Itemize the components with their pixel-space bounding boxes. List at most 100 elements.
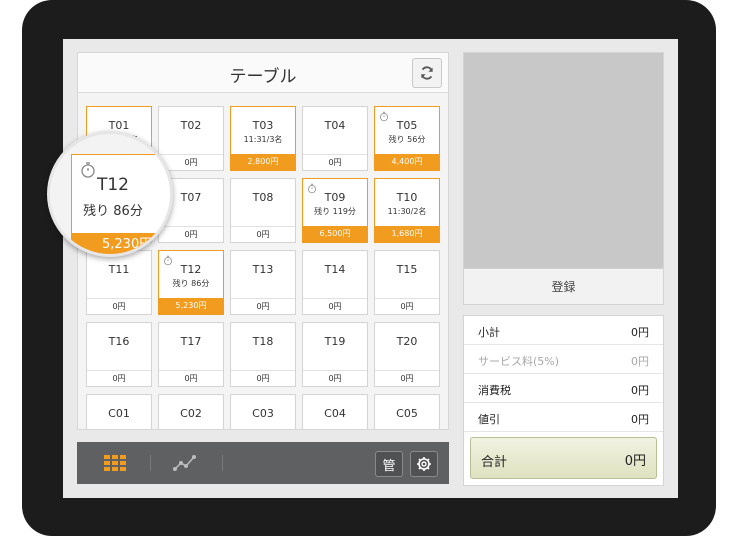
table-amount: 0円 bbox=[231, 298, 295, 314]
table-name: T13 bbox=[252, 263, 274, 276]
table-name: C02 bbox=[180, 407, 202, 420]
table-tile-t03[interactable]: T03 11:31/3名 2,800円 bbox=[230, 106, 296, 171]
settings-button[interactable] bbox=[410, 451, 438, 477]
table-tile-t13[interactable]: T13 0円 bbox=[230, 250, 296, 315]
table-amount: 0円 bbox=[231, 370, 295, 386]
table-name: T05 bbox=[396, 119, 418, 132]
table-tile-c05[interactable]: C05 bbox=[374, 394, 440, 429]
subtotal-row: 小計 0円 bbox=[464, 316, 663, 345]
table-tile-t10[interactable]: T10 11:30/2名 1,680円 bbox=[374, 178, 440, 243]
table-tile-c02[interactable]: C02 bbox=[158, 394, 224, 429]
discount-row: 値引 0円 bbox=[464, 403, 663, 432]
bottom-toolbar: 管 bbox=[77, 442, 449, 484]
magnified-table-amount: 5,230円 bbox=[72, 233, 170, 254]
table-name: T01 bbox=[108, 119, 130, 132]
admin-button[interactable]: 管 bbox=[375, 451, 403, 477]
total-value: 0円 bbox=[624, 454, 646, 469]
table-tile-t12[interactable]: T12 残り 86分 5,230円 bbox=[158, 250, 224, 315]
table-tile-c03[interactable]: C03 bbox=[230, 394, 296, 429]
refresh-icon bbox=[421, 66, 433, 80]
table-tile-t05[interactable]: T05 残り 56分 4,400円 bbox=[374, 106, 440, 171]
magnified-table-name: T12 bbox=[96, 175, 130, 195]
table-amount: 6,500円 bbox=[303, 226, 367, 242]
magnified-table-tile: T12 残り 86分 5,230円 bbox=[71, 154, 170, 254]
service-charge-value: 0円 bbox=[631, 355, 649, 368]
table-amount: 0円 bbox=[303, 370, 367, 386]
table-grid-icon[interactable] bbox=[104, 455, 126, 471]
table-name: T17 bbox=[180, 335, 202, 348]
magnifier-callout: T12 残り 86分 5,230円 bbox=[47, 131, 173, 257]
table-name: T14 bbox=[324, 263, 346, 276]
screen: テーブル T0111:40/4名T020円T0311:31/3名2,800円T0… bbox=[63, 39, 678, 498]
toolbar-divider bbox=[222, 455, 223, 471]
table-tile-t11[interactable]: T11 0円 bbox=[86, 250, 152, 315]
table-name: C04 bbox=[324, 407, 346, 420]
tax-label: 消費税 bbox=[478, 384, 511, 397]
chart-icon[interactable] bbox=[173, 453, 197, 473]
service-charge-label: サービス料(5%) bbox=[478, 355, 560, 368]
table-name: T03 bbox=[252, 119, 274, 132]
table-name: T11 bbox=[108, 263, 130, 276]
table-name: T16 bbox=[108, 335, 130, 348]
table-amount: 0円 bbox=[303, 154, 367, 170]
table-tile-t19[interactable]: T19 0円 bbox=[302, 322, 368, 387]
gear-icon bbox=[417, 457, 431, 471]
tax-row: 消費税 0円 bbox=[464, 374, 663, 403]
table-status: 残り 119分 bbox=[314, 207, 356, 216]
subtotal-value: 0円 bbox=[631, 326, 649, 339]
table-name: T02 bbox=[180, 119, 202, 132]
discount-value: 0円 bbox=[631, 413, 649, 426]
magnified-table-remaining: 残り 86分 bbox=[83, 204, 143, 219]
total-label: 合計 bbox=[481, 455, 508, 470]
total-button[interactable]: 合計 0円 bbox=[470, 437, 657, 479]
table-tile-t09[interactable]: T09 残り 119分 6,500円 bbox=[302, 178, 368, 243]
table-tile-t15[interactable]: T15 0円 bbox=[374, 250, 440, 315]
table-status: 残り 56分 bbox=[388, 135, 426, 144]
summary-panel: 小計 0円 サービス料(5%) 0円 消費税 0円 値引 0円 合計 0円 bbox=[463, 315, 664, 486]
register-button[interactable]: 登録 bbox=[464, 268, 663, 304]
table-amount: 0円 bbox=[87, 298, 151, 314]
table-tile-t08[interactable]: T08 0円 bbox=[230, 178, 296, 243]
table-name: T08 bbox=[252, 191, 274, 204]
table-amount: 0円 bbox=[303, 298, 367, 314]
table-name: T09 bbox=[324, 191, 346, 204]
table-name: T15 bbox=[396, 263, 418, 276]
table-name: C03 bbox=[252, 407, 274, 420]
table-amount: 5,230円 bbox=[159, 298, 223, 314]
table-name: T04 bbox=[324, 119, 346, 132]
table-tile-c04[interactable]: C04 bbox=[302, 394, 368, 429]
table-status: 残り 86分 bbox=[172, 279, 210, 288]
table-amount: 0円 bbox=[159, 370, 223, 386]
discount-label: 値引 bbox=[478, 413, 500, 426]
table-amount: 0円 bbox=[87, 370, 151, 386]
page-title: テーブル bbox=[229, 67, 297, 87]
table-amount: 1,680円 bbox=[375, 226, 439, 242]
table-name: C01 bbox=[108, 407, 130, 420]
table-name: C05 bbox=[396, 407, 418, 420]
table-name: T12 bbox=[180, 263, 202, 276]
table-header: テーブル bbox=[78, 53, 448, 93]
table-tile-t16[interactable]: T16 0円 bbox=[86, 322, 152, 387]
table-name: T10 bbox=[396, 191, 418, 204]
table-tile-t04[interactable]: T04 0円 bbox=[302, 106, 368, 171]
refresh-button[interactable] bbox=[412, 58, 442, 88]
table-amount: 0円 bbox=[375, 370, 439, 386]
table-amount: 4,400円 bbox=[375, 154, 439, 170]
table-tile-t14[interactable]: T14 0円 bbox=[302, 250, 368, 315]
service-charge-row: サービス料(5%) 0円 bbox=[464, 345, 663, 374]
table-tile-t17[interactable]: T17 0円 bbox=[158, 322, 224, 387]
order-panel: 登録 bbox=[463, 52, 664, 305]
table-amount: 2,800円 bbox=[231, 154, 295, 170]
table-name: T20 bbox=[396, 335, 418, 348]
table-tile-c01[interactable]: C01 bbox=[86, 394, 152, 429]
table-status: 11:30/2名 bbox=[387, 207, 427, 216]
table-amount: 0円 bbox=[375, 298, 439, 314]
subtotal-label: 小計 bbox=[478, 326, 500, 339]
table-amount: 0円 bbox=[231, 226, 295, 242]
tax-value: 0円 bbox=[631, 384, 649, 397]
table-status: 11:31/3名 bbox=[243, 135, 283, 144]
toolbar-divider bbox=[150, 455, 151, 471]
table-tile-t20[interactable]: T20 0円 bbox=[374, 322, 440, 387]
table-tile-t18[interactable]: T18 0円 bbox=[230, 322, 296, 387]
order-preview-area bbox=[464, 53, 663, 268]
